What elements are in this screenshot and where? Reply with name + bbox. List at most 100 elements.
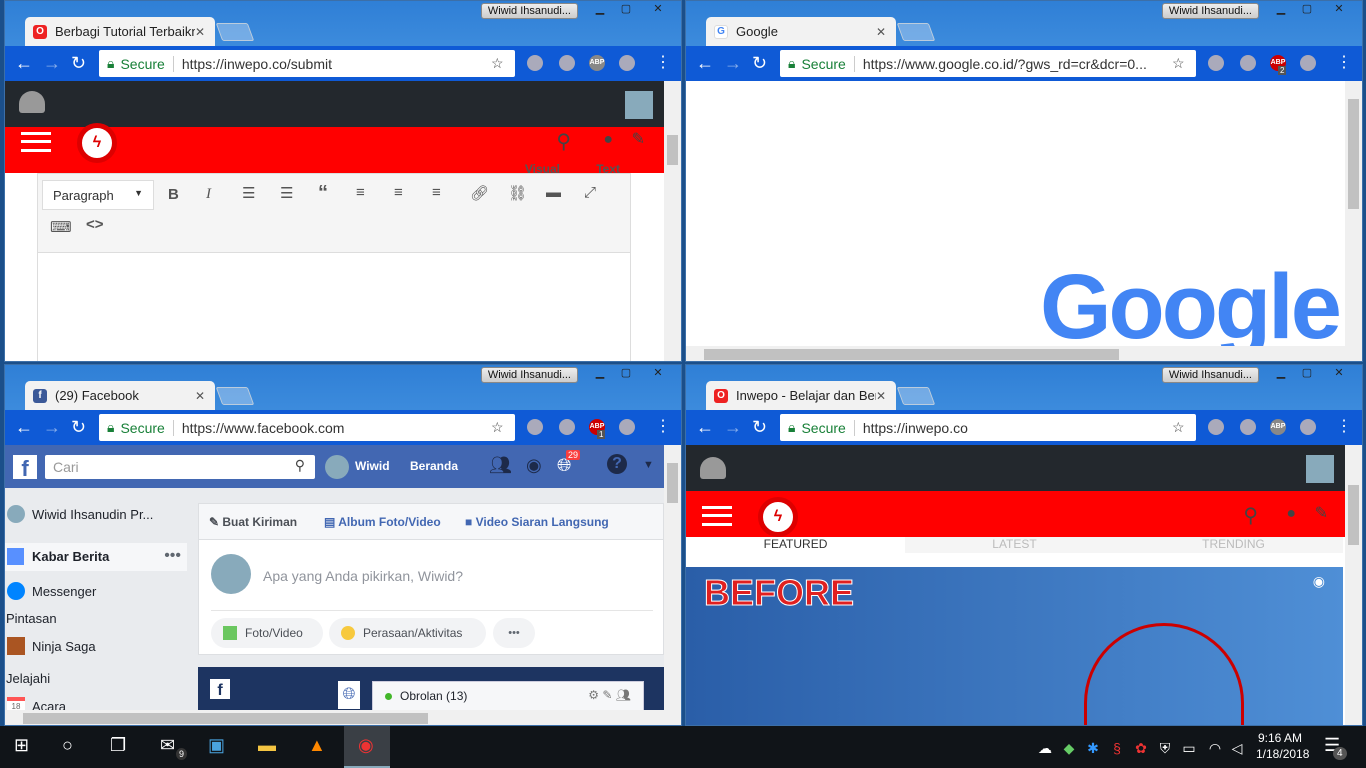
site-logo[interactable]: ϟ — [77, 123, 117, 163]
menu-icon[interactable]: ⋮ — [655, 53, 671, 73]
vertical-scrollbar[interactable] — [1345, 445, 1362, 725]
forward-icon[interactable]: → — [43, 53, 61, 73]
bold-icon[interactable]: B — [168, 186, 179, 203]
new-tab-button[interactable] — [215, 23, 255, 41]
profile-button[interactable]: Wiwid Ihsanudi... — [1161, 3, 1259, 19]
close-tab-icon[interactable]: ✕ — [195, 389, 215, 403]
format-select[interactable]: Paragraph ▼ — [42, 180, 154, 210]
link-icon[interactable]: 🔗︎ — [470, 184, 489, 202]
reload-icon[interactable]: ↻ — [71, 53, 86, 73]
extension-icon[interactable] — [559, 55, 575, 71]
chat-bar[interactable]: Obrolan (13) ⚙ ✎ 👥︎ — [372, 681, 644, 711]
address-bar[interactable]: 🔒︎ Secure https://www.facebook.com ☆ — [99, 414, 515, 441]
unlink-icon[interactable]: ⛓︎ — [508, 184, 527, 202]
extension-icon[interactable] — [1240, 55, 1256, 71]
forward-icon[interactable]: → — [43, 417, 61, 437]
toolbar-toggle-icon[interactable]: ⌨︎ — [50, 218, 72, 236]
messenger-icon[interactable]: ◉ — [526, 455, 542, 475]
security-icon[interactable]: ⛨ — [1156, 739, 1174, 757]
tab-featured[interactable]: FEATURED — [686, 537, 905, 553]
more-icon[interactable]: ••• — [164, 547, 181, 565]
address-bar[interactable]: 🔒︎ Secure https://www.google.co.id/?gws_rd… — [780, 50, 1196, 77]
maximize-button[interactable]: ▢ — [1294, 2, 1320, 18]
extension-icon[interactable] — [1240, 419, 1256, 435]
featured-image[interactable]: BEFORE ◉ — [686, 567, 1343, 725]
close-button[interactable]: ✕ — [1326, 2, 1352, 18]
align-left-icon[interactable]: ≡ — [356, 184, 365, 201]
address-bar[interactable]: 🔒︎ Secure https://inwepo.co ☆ — [780, 414, 1196, 441]
account-menu-icon[interactable]: ▼ — [643, 459, 654, 471]
align-right-icon[interactable]: ≡ — [432, 184, 441, 201]
hamburger-icon[interactable] — [702, 506, 732, 526]
user-icon[interactable]: ● — [1286, 505, 1296, 523]
close-button[interactable]: ✕ — [645, 2, 671, 18]
align-center-icon[interactable]: ≡ — [394, 184, 403, 201]
new-tab-button[interactable] — [896, 23, 936, 41]
tab-latest[interactable]: LATEST — [905, 537, 1124, 553]
maximize-button[interactable]: ▢ — [613, 2, 639, 18]
extension-icon[interactable] — [559, 419, 575, 435]
adblock-icon[interactable]: ABP — [1270, 419, 1286, 435]
tab-facebook[interactable]: f (29) Facebook ✕ — [25, 381, 215, 410]
search-input[interactable]: Cari ⚲ — [45, 455, 315, 479]
sidebar-item-ninja-saga[interactable]: Ninja Saga — [32, 639, 96, 654]
back-icon[interactable]: ← — [696, 417, 714, 437]
menu-icon[interactable]: ⋮ — [1336, 53, 1352, 73]
back-icon[interactable]: ← — [15, 53, 33, 73]
mail-icon[interactable]: ✉ — [160, 736, 175, 754]
dashboard-icon[interactable] — [19, 91, 45, 113]
forward-icon[interactable]: → — [724, 53, 742, 73]
dashboard-icon[interactable] — [700, 457, 726, 479]
post-input[interactable]: Apa yang Anda pikirkan, Wiwid? — [263, 568, 463, 584]
file-explorer-icon[interactable]: ▬ — [258, 736, 276, 754]
minimize-button[interactable]: ▁ — [587, 2, 613, 18]
reload-icon[interactable]: ↻ — [752, 53, 767, 73]
blockquote-icon[interactable]: “ — [318, 182, 328, 205]
new-tab-button[interactable] — [215, 387, 255, 405]
menu-icon[interactable]: ⋮ — [655, 417, 671, 437]
star-icon[interactable]: ☆ — [491, 419, 515, 436]
vlc-icon[interactable]: ▲ — [308, 736, 326, 754]
close-tab-icon[interactable]: ✕ — [876, 389, 896, 403]
vertical-scrollbar[interactable] — [664, 445, 681, 710]
avatar[interactable] — [1306, 455, 1334, 483]
home-link[interactable]: Beranda — [410, 459, 458, 473]
wifi-icon[interactable]: ◠ — [1206, 739, 1224, 757]
windows-start-icon[interactable]: ⊞ — [14, 736, 29, 754]
read-more-icon[interactable]: ▬ — [546, 184, 561, 201]
star-icon[interactable]: ☆ — [1172, 55, 1196, 72]
extension-icon[interactable] — [527, 419, 543, 435]
adblock-icon[interactable]: ABP — [589, 55, 605, 71]
search-circle-icon[interactable]: ○ — [62, 736, 73, 754]
vertical-scrollbar[interactable] — [664, 81, 681, 361]
extension-icon[interactable] — [1208, 419, 1224, 435]
maximize-button[interactable]: ▢ — [1294, 366, 1320, 382]
bullet-list-icon[interactable]: ☰ — [242, 184, 255, 202]
pencil-icon[interactable]: ✎ — [632, 129, 645, 149]
app-tray-icon[interactable]: § — [1108, 739, 1126, 757]
extension-icon[interactable] — [619, 419, 635, 435]
globe-icon[interactable]: 🌐︎ — [338, 681, 360, 709]
italic-icon[interactable]: I — [206, 186, 211, 203]
back-icon[interactable]: ← — [15, 417, 33, 437]
close-button[interactable]: ✕ — [1326, 366, 1352, 382]
new-tab-button[interactable] — [896, 387, 936, 405]
maximize-button[interactable]: ▢ — [613, 366, 639, 382]
tab-inwepo-submit[interactable]: O Berbagi Tutorial Terbaikn ✕ — [25, 17, 215, 46]
search-icon[interactable]: ⚲ — [295, 457, 305, 474]
more-options-button[interactable]: ••• — [493, 618, 535, 648]
minimize-button[interactable]: ▁ — [587, 366, 613, 382]
volume-icon[interactable]: ◁ — [1228, 739, 1246, 757]
battery-icon[interactable]: ▭ — [1180, 739, 1198, 757]
address-bar[interactable]: 🔒︎ Secure https://inwepo.co/submit ☆ — [99, 50, 515, 77]
app-tray-icon[interactable]: ✿ — [1132, 739, 1150, 757]
pencil-icon[interactable]: ✎ — [1315, 503, 1328, 523]
sidebar-item-messenger[interactable]: Messenger — [32, 584, 96, 599]
create-post-tab[interactable]: ✎ Buat Kiriman — [209, 515, 297, 529]
menu-icon[interactable]: ⋮ — [1336, 417, 1352, 437]
task-view-icon[interactable]: ❐ — [110, 736, 126, 754]
clock-date[interactable]: 1/18/2018 — [1256, 747, 1309, 761]
extension-icon[interactable] — [527, 55, 543, 71]
reload-icon[interactable]: ↻ — [71, 417, 86, 437]
reload-icon[interactable]: ↻ — [752, 417, 767, 437]
